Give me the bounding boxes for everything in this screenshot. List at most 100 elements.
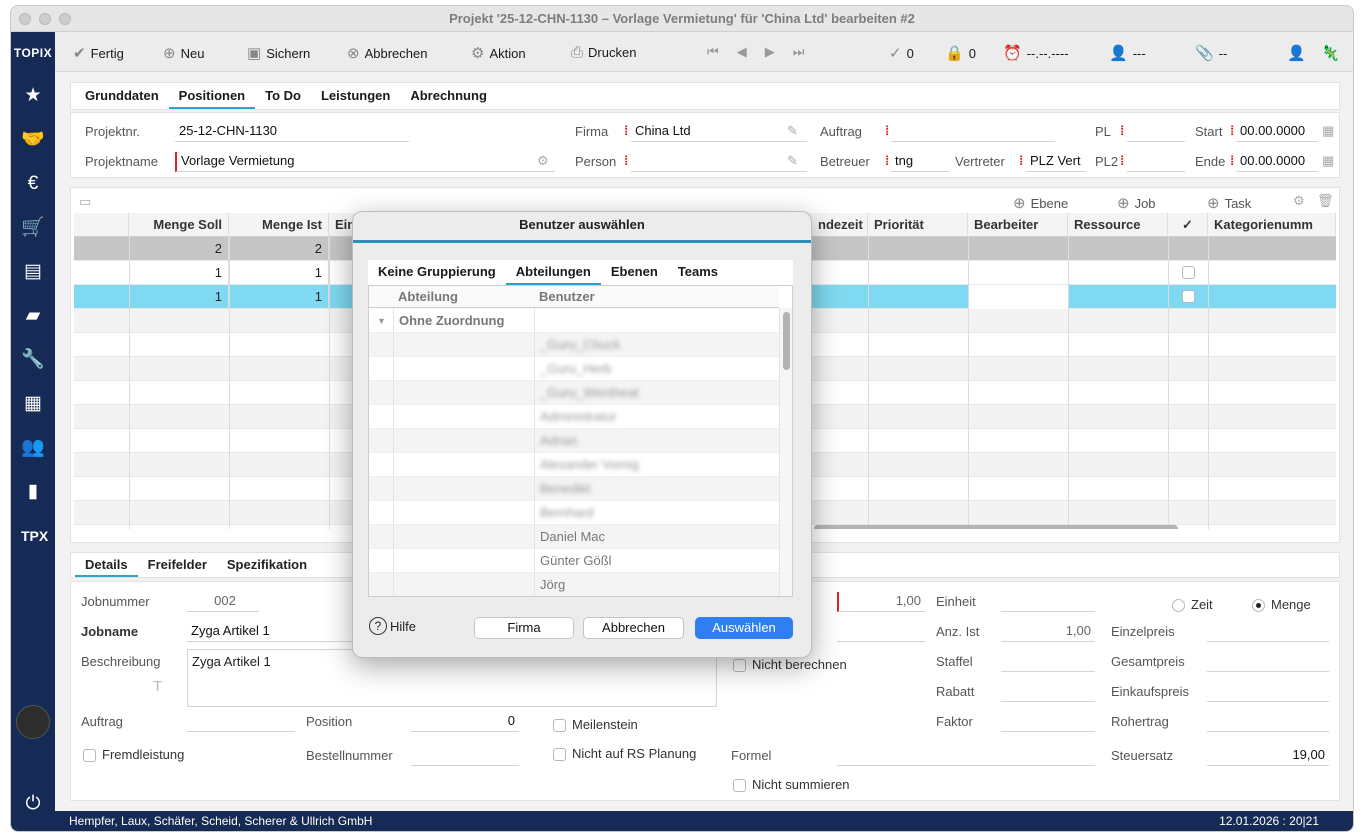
column-header[interactable]: Priorität <box>868 213 968 237</box>
gear-icon[interactable]: ⚙ <box>537 153 549 169</box>
tab-freifelder[interactable]: Freifelder <box>138 555 217 577</box>
tab-positionen[interactable]: Positionen <box>168 85 256 109</box>
column-header[interactable]: Menge Soll <box>129 213 229 237</box>
pl-field[interactable] <box>1127 122 1185 142</box>
einheit-field[interactable] <box>1001 592 1095 612</box>
power-icon[interactable]: ⏻ <box>21 792 45 816</box>
firma-field[interactable]: China Ltd <box>631 122 807 142</box>
list-item[interactable]: Günter Gößl <box>369 549 779 573</box>
tab-abrechnung[interactable]: Abrechnung <box>400 85 497 109</box>
tab-leistungen[interactable]: Leistungen <box>311 85 400 109</box>
einkaufspreis-field[interactable] <box>1207 682 1329 702</box>
cart-icon[interactable]: 🛒 <box>21 216 45 240</box>
bar-chart-icon[interactable]: ▮ <box>21 480 45 504</box>
auswaehlen-button[interactable]: Auswählen <box>695 617 793 639</box>
menge-radio-selected[interactable] <box>1252 599 1265 612</box>
bearbeiter-cell-editing[interactable] <box>968 285 1068 309</box>
add-task-button[interactable]: ⊕ Task <box>1207 194 1251 212</box>
rohertrag-field[interactable] <box>1207 712 1329 732</box>
tab-spezifikation[interactable]: Spezifikation <box>217 555 317 577</box>
warehouse-icon[interactable]: ▤ <box>21 260 45 284</box>
disclosure-triangle-icon[interactable]: ▼ <box>377 309 386 333</box>
window-controls[interactable] <box>19 13 71 25</box>
firma-button[interactable]: Firma <box>474 617 574 639</box>
column-header[interactable]: Bearbeiter <box>968 213 1068 237</box>
calendar-icon[interactable]: ▦ <box>1322 123 1334 139</box>
user-indicator[interactable]: 👤 --- <box>1109 44 1146 62</box>
formel-field[interactable] <box>837 746 1095 766</box>
anz-ist-field[interactable]: 1,00 <box>1001 622 1095 642</box>
avatar[interactable] <box>16 705 50 739</box>
abbrechen-button[interactable]: ⊗ Abbrechen <box>347 44 427 62</box>
list-item[interactable]: Benedikt <box>369 477 779 501</box>
column-header[interactable]: ✓ <box>1168 213 1208 237</box>
alarm-indicator[interactable]: ⏰ --.--.---- <box>1003 44 1069 62</box>
column-header[interactable]: Ressource <box>1068 213 1168 237</box>
pencil-icon[interactable]: ✎ <box>787 153 798 169</box>
jobnummer-field[interactable]: 002 <box>187 592 259 612</box>
calendar-icon[interactable]: ▦ <box>1322 153 1334 169</box>
neu-button[interactable]: ⊕ Neu <box>163 44 204 62</box>
trash-icon[interactable]: 🗑 <box>1317 193 1334 209</box>
zeit-radio[interactable] <box>1172 599 1185 612</box>
prev-record-icon[interactable]: ◀ <box>737 44 747 60</box>
add-ebene-button[interactable]: ⊕ Ebene <box>1013 194 1068 212</box>
fremdleistung-checkbox[interactable] <box>83 749 96 762</box>
drucken-button[interactable]: ⎙ Drucken <box>571 44 636 61</box>
wrench-icon[interactable]: 🔧 <box>21 348 45 372</box>
list-item[interactable]: _Guru_Chuck <box>369 333 779 357</box>
list-item[interactable]: Alexander Vornig <box>369 453 779 477</box>
tab-ebenen[interactable]: Ebenen <box>601 260 668 285</box>
projektname-field[interactable]: Vorlage Vermietung <box>175 152 555 172</box>
rabatt-field[interactable] <box>1001 682 1095 702</box>
gesamtpreis-field[interactable] <box>1207 652 1329 672</box>
nicht-rs-checkbox[interactable] <box>553 748 566 761</box>
column-header[interactable]: Kategorienumm <box>1208 213 1336 237</box>
einzelpreis-field[interactable] <box>1207 622 1329 642</box>
benutzer-column-header[interactable]: Benutzer <box>539 286 595 308</box>
tab-abteilungen[interactable]: Abteilungen <box>505 260 601 285</box>
list-item[interactable]: Administrator <box>369 405 779 429</box>
extra-field[interactable] <box>837 622 925 642</box>
end-date-field[interactable]: 00.00.0000 <box>1236 152 1318 172</box>
tpx-icon[interactable]: TPX <box>21 524 48 548</box>
invoice-icon[interactable]: € <box>21 172 45 196</box>
group-row[interactable]: ▼ Ohne Zuordnung <box>369 309 779 333</box>
aktion-button[interactable]: ⚙ Aktion <box>471 44 526 62</box>
list-item[interactable]: Bernhard <box>369 501 779 525</box>
zoom-light[interactable] <box>59 13 71 25</box>
attachment-indicator[interactable]: 📎 -- <box>1195 44 1227 62</box>
bestellnummer-field[interactable] <box>411 746 519 766</box>
minimize-light[interactable] <box>39 13 51 25</box>
column-header[interactable] <box>74 213 129 237</box>
meilenstein-checkbox[interactable] <box>553 719 566 732</box>
tab-details[interactable]: Details <box>75 555 138 577</box>
abteilung-column-header[interactable]: Abteilung <box>398 286 458 308</box>
person-field[interactable] <box>631 152 807 172</box>
row-checkbox[interactable] <box>1182 266 1195 279</box>
collapse-icon[interactable]: ▭ <box>79 194 91 210</box>
list-item[interactable]: _Guru_Wentheat <box>369 381 779 405</box>
start-date-field[interactable]: 00.00.0000 <box>1236 122 1318 142</box>
abbrechen-button[interactable]: Abbrechen <box>583 617 684 639</box>
auftrag-field[interactable] <box>891 122 1055 142</box>
first-record-icon[interactable]: ⏮ <box>707 44 719 60</box>
gear-icon[interactable]: ⚙ <box>1293 193 1305 209</box>
faktor-field[interactable] <box>1001 712 1095 732</box>
close-light[interactable] <box>19 13 31 25</box>
pl2-field[interactable] <box>1127 152 1185 172</box>
pencil-icon[interactable]: ✎ <box>787 123 798 139</box>
fertig-button[interactable]: ✔ Fertig <box>73 44 124 62</box>
star-icon[interactable]: ★ <box>21 84 45 108</box>
vertreter-field[interactable]: PLZ Vert <box>1026 152 1086 172</box>
person-icon-button[interactable]: 👤 <box>1287 44 1306 62</box>
people-icon[interactable]: 👥 <box>21 436 45 460</box>
vertical-scrollbar[interactable] <box>779 308 792 596</box>
list-item[interactable]: _Guru_Herb <box>369 357 779 381</box>
next-record-icon[interactable]: ▶ <box>765 44 775 60</box>
steuersatz-field[interactable]: 19,00 <box>1207 746 1329 766</box>
horizontal-scrollbar[interactable] <box>814 525 1178 529</box>
tab-grunddaten[interactable]: Grunddaten <box>75 85 169 109</box>
tab-teams[interactable]: Teams <box>668 260 728 285</box>
hilfe-button[interactable]: ? Hilfe <box>369 617 416 635</box>
